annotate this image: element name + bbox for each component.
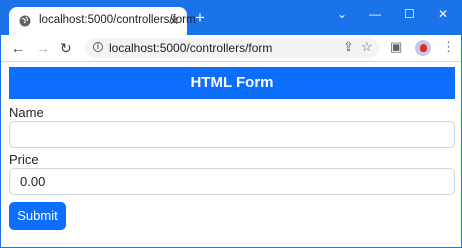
profile-icon — [420, 44, 427, 52]
info-icon[interactable]: i — [93, 42, 103, 52]
side-panel-icon[interactable]: ▣ — [390, 39, 402, 55]
close-window-button[interactable]: ✕ — [438, 7, 448, 21]
page-content: HTML Form Name Price 0.00 Submit — [1, 63, 461, 247]
browser-tab[interactable]: localhost:5000/controllers/form ✕ — [9, 7, 196, 35]
price-label: Price — [9, 152, 39, 167]
tab-search-chevron-icon[interactable]: ⌄ — [337, 7, 347, 21]
globe-icon — [19, 15, 31, 27]
profile-avatar[interactable] — [415, 40, 431, 56]
submit-button[interactable]: Submit — [9, 202, 66, 230]
reload-button[interactable]: ↻ — [60, 40, 72, 56]
menu-icon[interactable]: ⋮ — [442, 39, 455, 55]
url-text: localhost:5000/controllers/form — [109, 41, 273, 55]
share-icon[interactable]: ⇪ — [343, 39, 354, 55]
form-header: HTML Form — [9, 67, 455, 99]
browser-toolbar: ← → ↻ i localhost:5000/controllers/form … — [1, 35, 461, 61]
new-tab-button[interactable]: + — [195, 9, 205, 26]
price-input[interactable]: 0.00 — [9, 168, 455, 195]
forward-button[interactable]: → — [36, 40, 50, 56]
name-input[interactable] — [9, 121, 455, 148]
star-icon[interactable]: ☆ — [361, 39, 373, 55]
browser-window: localhost:5000/controllers/form ✕ + ⌄ — … — [0, 0, 462, 248]
tab-close-icon[interactable]: ✕ — [169, 14, 179, 28]
title-bar: localhost:5000/controllers/form ✕ + ⌄ — … — [1, 1, 461, 35]
minimize-button[interactable]: — — [369, 7, 381, 21]
toolbar-divider — [1, 61, 461, 62]
address-bar[interactable]: i localhost:5000/controllers/form — [85, 38, 379, 58]
back-button[interactable]: ← — [11, 40, 25, 56]
name-label: Name — [9, 105, 44, 120]
maximize-button[interactable]: ☐ — [404, 7, 415, 21]
